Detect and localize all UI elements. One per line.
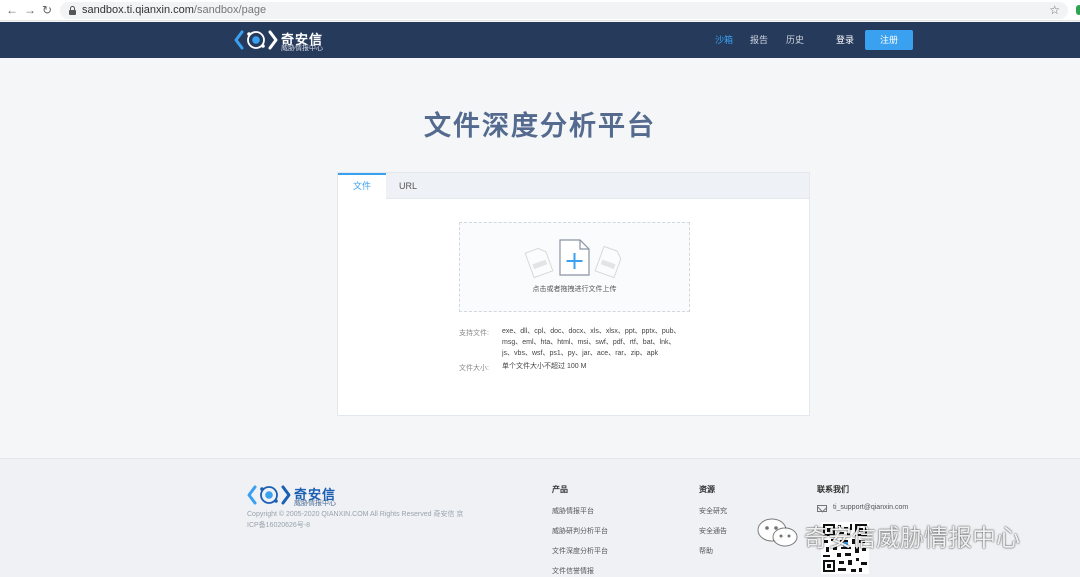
watermark-text: 奇安信威胁情报中心 <box>804 525 1020 552</box>
contact-email[interactable]: ti_support@qianxin.com <box>833 504 908 511</box>
address-bar[interactable]: sandbox.ti.qianxin.com/sandbox/page ☆ <box>60 2 1068 19</box>
footer-link[interactable]: 帮助 <box>699 546 713 556</box>
supported-files-line: js、vbs、wsf、ps1、py、jar、ace、rar、zip、apk <box>502 350 658 357</box>
copyright-text: Copyright © 2005-2020 QIANXIN.COM All Ri… <box>247 511 464 529</box>
supported-files-line: exe、dll、cpl、doc、docx、xls、xlsx、ppt、pptx、p… <box>502 328 681 335</box>
extension-icon[interactable] <box>1076 5 1080 15</box>
lock-icon <box>69 6 76 15</box>
file-pdf-icon <box>594 245 622 279</box>
qianxin-logo-icon <box>247 485 291 505</box>
file-upload-icon <box>559 239 590 276</box>
footer-link[interactable]: 安全通告 <box>699 526 727 536</box>
footer-link[interactable]: 文件深度分析平台 <box>552 546 608 556</box>
footer-link[interactable]: 威胁研判分析平台 <box>552 526 608 536</box>
footer-link[interactable]: 文件信誉情报 <box>552 566 594 576</box>
register-button[interactable]: 注册 <box>865 30 913 50</box>
dropzone-hint: 点击或者拖拽进行文件上传 <box>532 286 617 293</box>
footer-link[interactable]: 安全研究 <box>699 506 727 516</box>
login-link[interactable]: 登录 <box>836 33 854 46</box>
main-content: 文件深度分析平台 文件 URL 点击或者拖拽进行文件上传 支持文件: exe、d… <box>0 58 1080 458</box>
tab-url[interactable]: URL <box>386 173 430 199</box>
footer-link[interactable]: 威胁情报平台 <box>552 506 594 516</box>
tab-file[interactable]: 文件 <box>338 173 386 200</box>
reload-icon[interactable]: ↻ <box>42 3 52 17</box>
supported-files-list: exe、dll、cpl、doc、docx、xls、xlsx、ppt、pptx、p… <box>502 326 702 359</box>
file-dropzone[interactable]: 点击或者拖拽进行文件上传 <box>459 222 690 312</box>
bookmark-star-icon[interactable]: ☆ <box>1049 3 1060 17</box>
supported-files-label: 支持文件: <box>459 330 489 337</box>
qianxin-logo-icon <box>234 30 278 50</box>
logo-subtitle: 威胁情报中心 <box>281 45 323 52</box>
nav-history[interactable]: 历史 <box>786 33 804 46</box>
wechat-icon <box>757 518 798 547</box>
mail-icon <box>817 505 827 512</box>
file-size-label: 文件大小: <box>459 365 489 372</box>
file-doc-icon <box>524 247 554 279</box>
supported-files-line: msg、eml、hta、html、msi、swf、pdf、rtf、bat、lnk… <box>502 339 676 346</box>
footer-brand-subtitle: 威胁情报中心 <box>294 500 336 507</box>
nav-reports[interactable]: 报告 <box>750 33 768 46</box>
tab-bar: 文件 URL <box>338 173 809 200</box>
forward-arrow-icon[interactable]: → <box>24 3 36 17</box>
back-arrow-icon[interactable]: ← <box>6 3 18 17</box>
upload-panel: 文件 URL 点击或者拖拽进行文件上传 支持文件: exe、dll、cpl、do… <box>337 172 810 416</box>
footer-products-heading: 产品 <box>552 485 568 494</box>
footer-contact-heading: 联系我们 <box>817 485 849 494</box>
browser-toolbar: ← → ↻ sandbox.ti.qianxin.com/sandbox/pag… <box>0 0 1080 21</box>
footer-resources-heading: 资源 <box>699 485 715 494</box>
site-header: 奇安信 威胁情报中心 沙箱 报告 历史 登录 注册 <box>0 22 1080 58</box>
url-text: sandbox.ti.qianxin.com/sandbox/page <box>82 4 267 16</box>
page-title: 文件深度分析平台 <box>424 111 656 141</box>
file-size-value: 单个文件大小不超过 100 M <box>502 363 587 370</box>
nav-sandbox[interactable]: 沙箱 <box>715 33 733 46</box>
